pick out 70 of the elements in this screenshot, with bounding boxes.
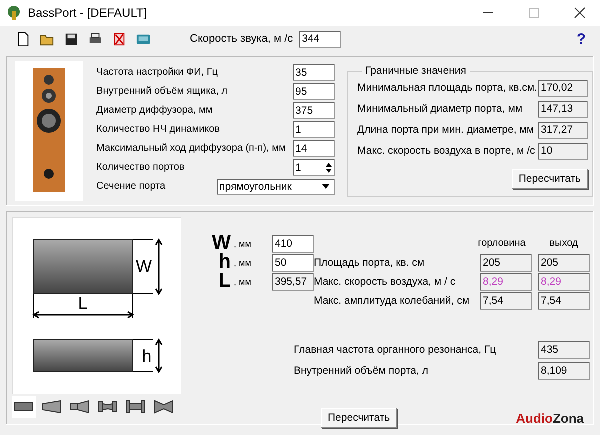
port-shape-icon: [42, 400, 62, 414]
recalculate-button[interactable]: Пересчитать: [512, 169, 588, 189]
recalculate-button[interactable]: Пересчитать: [321, 408, 398, 428]
dimension-field[interactable]: 50: [272, 254, 314, 272]
save-icon[interactable]: [64, 32, 79, 46]
port-dimensions-drawing: W L h: [13, 218, 181, 394]
dimension-field[interactable]: 410: [272, 234, 314, 252]
result-value: 7,54: [480, 292, 532, 310]
result-label: Внутренний объём порта, л: [294, 364, 430, 376]
parameter-field[interactable]: 95: [292, 83, 335, 100]
help-button[interactable]: ?: [576, 30, 586, 48]
dimension-letter: h: [218, 253, 231, 272]
dimension-unit: , мм: [233, 276, 252, 286]
limit-value: 317,27: [538, 122, 588, 138]
result-value: 8,29: [480, 272, 532, 290]
limit-label: Минимальный диаметр порта, мм: [358, 103, 523, 115]
column-header: выход: [548, 238, 580, 249]
parameter-label: Количество НЧ динамиков: [96, 124, 222, 135]
parameter-field[interactable]: 35: [292, 64, 335, 81]
result-label: Макс. скорость воздуха, м / с: [314, 276, 457, 288]
result-value: 205: [538, 254, 590, 272]
dropdown-arrow-icon[interactable]: [322, 184, 330, 190]
port-section-dropdown[interactable]: прямоугольник: [216, 178, 335, 194]
result-value: 205: [480, 254, 532, 272]
delete-icon[interactable]: [112, 32, 127, 46]
logo: AudioZona: [516, 410, 584, 426]
parameter-label: Частота настройки ФИ, Гц: [96, 67, 219, 78]
port-shape-icon: [154, 400, 174, 414]
result-value: 435: [538, 340, 590, 358]
limit-label: Длина порта при мин. диаметре, мм: [358, 124, 534, 136]
dimension-letter: W: [211, 234, 231, 253]
sound-speed-label: Скорость звука, м /с: [190, 33, 294, 45]
dimension-unit: , мм: [233, 258, 252, 268]
parameter-label: Диаметр диффузора, мм: [96, 105, 214, 116]
port-count-spinner[interactable]: 1: [292, 159, 335, 176]
spinner-arrows-icon[interactable]: [324, 162, 333, 174]
dimension-unit: , мм: [233, 238, 252, 248]
port-shape-button[interactable]: [12, 396, 36, 418]
parameter-label: Количество портов: [96, 162, 186, 173]
new-file-icon[interactable]: [16, 32, 31, 46]
result-value: 8,109: [538, 362, 590, 380]
limit-value: 170,02: [538, 80, 588, 96]
close-icon[interactable]: [574, 7, 586, 19]
app-icon: [6, 5, 22, 21]
printer-icon[interactable]: [88, 32, 103, 46]
parameter-field[interactable]: 14: [292, 140, 335, 157]
port-shape-icon: [70, 400, 90, 414]
port-shape-icon: [98, 400, 118, 414]
parameter-label: Сечение порта: [96, 181, 167, 192]
limits-group-title: Граничные значения: [364, 65, 468, 77]
result-label: Главная частота органного резонанса, Гц: [294, 344, 498, 356]
limit-label: Минимальная площадь порта, кв.см.: [358, 82, 538, 94]
port-shape-icon: [14, 400, 34, 414]
limit-value: 147,13: [538, 100, 588, 118]
column-header: горловина: [477, 238, 527, 249]
result-label: Площадь порта, кв. см: [314, 256, 426, 268]
dimension-field: 395,57: [272, 272, 314, 290]
port-shape-icon: [126, 400, 146, 414]
parameter-field[interactable]: 1: [292, 121, 335, 138]
parameter-field[interactable]: 375: [292, 102, 335, 119]
dimension-letter: L: [218, 272, 231, 291]
limit-label: Макс. скорость воздуха в порте, м /с: [358, 145, 536, 157]
sound-speed-field[interactable]: 344: [299, 30, 342, 48]
parameter-label: Максимальный ход диффузора (п-п), мм: [96, 143, 287, 154]
result-label: Макс. амплитуда колебаний, см: [314, 294, 471, 306]
parameter-label: Внутренний объём ящика, л: [96, 86, 229, 97]
limit-value: 10: [538, 142, 588, 160]
result-value: 7,54: [538, 292, 590, 310]
window-title: BassPort - [DEFAULT]: [28, 6, 148, 20]
result-value: 8,29: [538, 272, 590, 290]
